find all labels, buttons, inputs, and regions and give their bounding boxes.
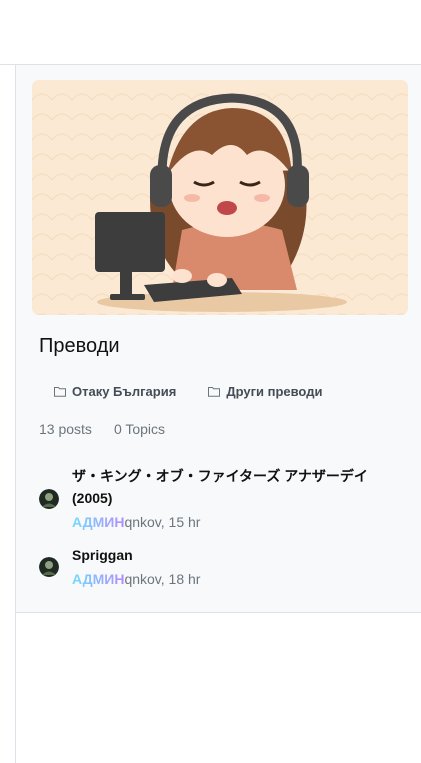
admin-badge: АДМИН [72, 571, 125, 587]
topic-count: 0 Topics [113, 421, 166, 437]
avatar[interactable] [39, 489, 59, 509]
post-time: , 18 hr [160, 571, 201, 587]
subcategory-otaku-bulgaria[interactable]: Отаку България [54, 384, 176, 399]
post-time: , 15 hr [160, 514, 201, 530]
avatar[interactable] [39, 557, 59, 577]
admin-badge: АДМИН [72, 514, 125, 530]
subcategory-other-translations[interactable]: Други преводи [208, 384, 322, 399]
post-meta: АДМИНqnkov, 15 hr [72, 511, 402, 533]
subcategory-label: Други преводи [226, 384, 323, 399]
post-author[interactable]: qnkov [124, 514, 160, 530]
subcategory-list: Отаку България Други преводи [54, 384, 322, 399]
post-count: 13 posts [39, 421, 92, 437]
recent-post-title[interactable]: Spriggan [72, 544, 402, 566]
folder-icon [208, 386, 221, 397]
category-banner-image[interactable] [32, 80, 408, 315]
post-author[interactable]: qnkov [124, 571, 160, 587]
subcategory-label: Отаку България [72, 384, 177, 399]
recent-post-title[interactable]: ザ・キング・オブ・ファイターズ アナザーデイ (2005) [72, 465, 402, 509]
category-stats: 13 posts 0 Topics [39, 421, 165, 437]
folder-icon [54, 386, 66, 397]
category-card: Преводи Отаку България Други преводи 13 … [16, 65, 421, 613]
recent-post: Spriggan АДМИНqnkov, 18 hr [39, 544, 402, 590]
post-meta: АДМИНqnkov, 18 hr [72, 568, 402, 590]
category-title[interactable]: Преводи [39, 335, 120, 358]
recent-post: ザ・キング・オブ・ファイターズ アナザーデイ (2005) АДМИНqnkov… [39, 465, 402, 533]
top-bar [0, 0, 421, 65]
